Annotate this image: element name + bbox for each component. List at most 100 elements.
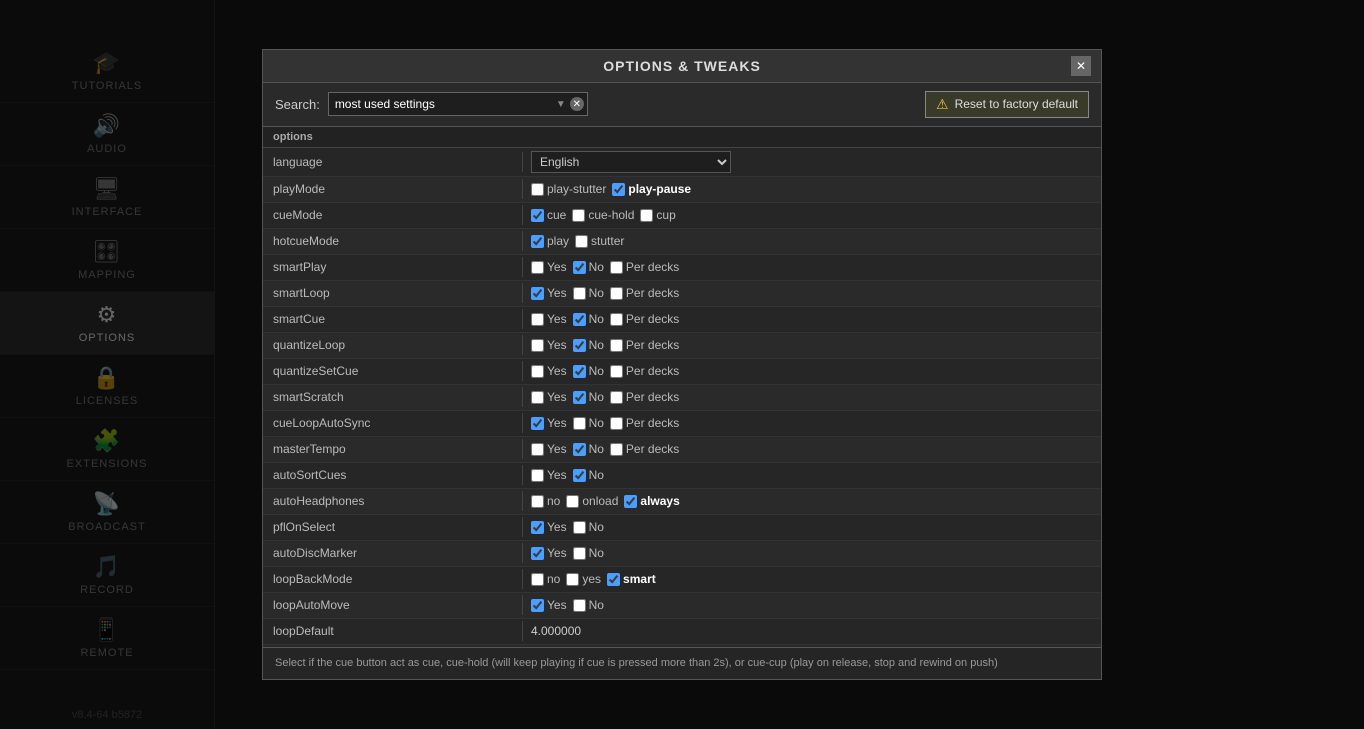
option-name-smartplay: smartPlay (263, 257, 523, 277)
option-name-quantizesetcue: quantizeSetCue (263, 361, 523, 381)
smartloop-no-checkbox[interactable] (573, 287, 586, 300)
smartcue-yes-checkbox[interactable] (531, 313, 544, 326)
option-value-language: English French Spanish German (523, 148, 1101, 176)
autosortcues-yes-checkbox[interactable] (531, 469, 544, 482)
table-row: smartLoop Yes No Per decks (263, 281, 1101, 307)
smartplay-perdecks-checkbox[interactable] (610, 261, 623, 274)
option-name-autoheadphones: autoHeadphones (263, 491, 523, 511)
smartplay-no-checkbox[interactable] (573, 261, 586, 274)
smartscratch-perdecks-checkbox[interactable] (610, 391, 623, 404)
table-row: cueLoopAutoSync Yes No Per decks (263, 411, 1101, 437)
autodiscmarker-yes-label: Yes (547, 546, 567, 560)
checkbox-no: No (573, 260, 604, 274)
checkbox-no: No (573, 416, 604, 430)
smartcue-yes-label: Yes (547, 312, 567, 326)
autodiscmarker-no-checkbox[interactable] (573, 547, 586, 560)
search-input-wrapper: ▼ ✕ (328, 92, 588, 116)
hotcue-stutter-checkbox[interactable] (575, 235, 588, 248)
cup-checkbox[interactable] (640, 209, 653, 222)
mastertempo-no-checkbox[interactable] (573, 443, 586, 456)
cueloopautosync-perdecks-checkbox[interactable] (610, 417, 623, 430)
checkbox-play-stutter: play-stutter (531, 182, 606, 196)
option-name-loopautomove: loopAutoMove (263, 595, 523, 615)
autoheadphones-always-checkbox[interactable] (624, 495, 637, 508)
option-name-cueloopautosync: cueLoopAutoSync (263, 413, 523, 433)
checkbox-no: No (573, 338, 604, 352)
checkbox-always: always (624, 494, 679, 508)
cup-label: cup (656, 208, 675, 222)
smartplay-yes-checkbox[interactable] (531, 261, 544, 274)
pflonselect-no-checkbox[interactable] (573, 521, 586, 534)
language-select[interactable]: English French Spanish German (531, 151, 731, 173)
option-name-hotcuemode: hotcueMode (263, 231, 523, 251)
smartplay-no-label: No (589, 260, 604, 274)
quantizesetcue-yes-label: Yes (547, 364, 567, 378)
cue-hold-label: cue-hold (588, 208, 634, 222)
checkbox-no: no (531, 572, 560, 586)
autoheadphones-no-checkbox[interactable] (531, 495, 544, 508)
checkbox-yes: Yes (531, 338, 567, 352)
modal-close-button[interactable]: ✕ (1071, 56, 1091, 76)
smartloop-yes-label: Yes (547, 286, 567, 300)
loopbackmode-yes-checkbox[interactable] (566, 573, 579, 586)
pflonselect-yes-checkbox[interactable] (531, 521, 544, 534)
option-value-smartloop: Yes No Per decks (523, 283, 1101, 303)
smartcue-perdecks-checkbox[interactable] (610, 313, 623, 326)
autosortcues-no-checkbox[interactable] (573, 469, 586, 482)
smartscratch-yes-checkbox[interactable] (531, 391, 544, 404)
mastertempo-perdecks-checkbox[interactable] (610, 443, 623, 456)
loopbackmode-no-checkbox[interactable] (531, 573, 544, 586)
checkbox-yes: Yes (531, 364, 567, 378)
hotcue-play-checkbox[interactable] (531, 235, 544, 248)
smartscratch-no-checkbox[interactable] (573, 391, 586, 404)
cueloopautosync-no-checkbox[interactable] (573, 417, 586, 430)
checkbox-perdecks: Per decks (610, 442, 679, 456)
mastertempo-yes-checkbox[interactable] (531, 443, 544, 456)
quantizeloop-no-label: No (589, 338, 604, 352)
table-row: loopAutoMove Yes No (263, 593, 1101, 619)
smartcue-no-checkbox[interactable] (573, 313, 586, 326)
autodiscmarker-yes-checkbox[interactable] (531, 547, 544, 560)
quantizeloop-no-checkbox[interactable] (573, 339, 586, 352)
smartloop-perdecks-label: Per decks (626, 286, 679, 300)
smartcue-perdecks-label: Per decks (626, 312, 679, 326)
checkbox-no: No (573, 286, 604, 300)
table-row: quantizeSetCue Yes No Per decks (263, 359, 1101, 385)
quantizeloop-perdecks-checkbox[interactable] (610, 339, 623, 352)
cue-hold-checkbox[interactable] (572, 209, 585, 222)
smartloop-yes-checkbox[interactable] (531, 287, 544, 300)
checkbox-cup: cup (640, 208, 675, 222)
loopautomove-no-checkbox[interactable] (573, 599, 586, 612)
quantizeloop-yes-label: Yes (547, 338, 567, 352)
autoheadphones-onload-checkbox[interactable] (566, 495, 579, 508)
search-input[interactable] (328, 92, 588, 116)
quantizesetcue-yes-checkbox[interactable] (531, 365, 544, 378)
play-stutter-checkbox[interactable] (531, 183, 544, 196)
option-name-smartloop: smartLoop (263, 283, 523, 303)
reset-factory-button[interactable]: ⚠ Reset to factory default (925, 91, 1089, 118)
loopdefault-value: 4.000000 (531, 624, 581, 638)
loopautomove-yes-checkbox[interactable] (531, 599, 544, 612)
checkbox-yes: Yes (531, 312, 567, 326)
checkbox-perdecks: Per decks (610, 364, 679, 378)
quantizesetcue-no-checkbox[interactable] (573, 365, 586, 378)
pflonselect-yes-label: Yes (547, 520, 567, 534)
loopbackmode-smart-checkbox[interactable] (607, 573, 620, 586)
table-row: pflOnSelect Yes No (263, 515, 1101, 541)
checkbox-yes: Yes (531, 598, 567, 612)
smartloop-perdecks-checkbox[interactable] (610, 287, 623, 300)
cue-checkbox[interactable] (531, 209, 544, 222)
quantizesetcue-perdecks-checkbox[interactable] (610, 365, 623, 378)
cueloopautosync-yes-checkbox[interactable] (531, 417, 544, 430)
checkbox-no: no (531, 494, 560, 508)
option-value-autodiscmarker: Yes No (523, 543, 1101, 563)
table-row: masterTempo Yes No Per decks (263, 437, 1101, 463)
quantizeloop-yes-checkbox[interactable] (531, 339, 544, 352)
checkbox-cue-hold: cue-hold (572, 208, 634, 222)
option-value-smartscratch: Yes No Per decks (523, 387, 1101, 407)
loopautomove-no-label: No (589, 598, 604, 612)
play-pause-checkbox[interactable] (612, 183, 625, 196)
option-name-cuemode: cueMode (263, 205, 523, 225)
autoheadphones-onload-label: onload (582, 494, 618, 508)
option-name-mastertempo: masterTempo (263, 439, 523, 459)
